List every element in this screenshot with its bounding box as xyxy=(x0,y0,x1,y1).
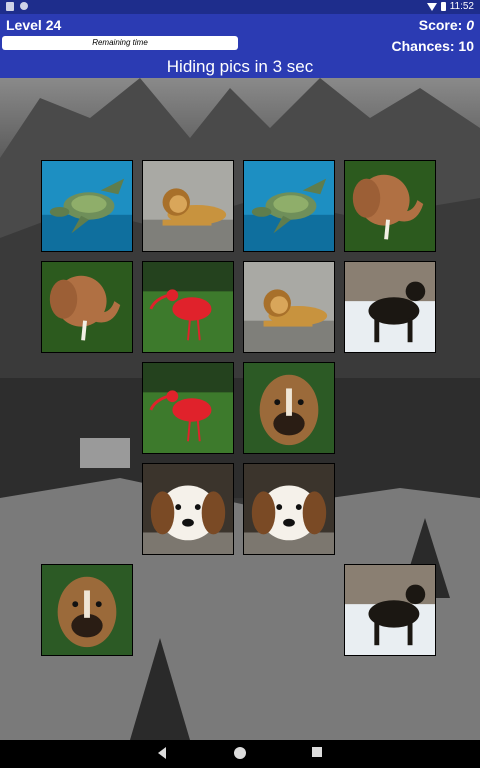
hint-text: Hiding pics in 3 sec xyxy=(166,57,314,76)
card-elephant[interactable] xyxy=(41,261,133,353)
score-label: Score: 0 xyxy=(418,17,474,33)
app-status-icon xyxy=(20,2,28,10)
card-ibis[interactable] xyxy=(142,362,234,454)
battery-icon xyxy=(440,2,446,11)
card-beagle[interactable] xyxy=(142,463,234,555)
recents-icon[interactable] xyxy=(312,747,322,757)
back-icon[interactable] xyxy=(158,747,166,759)
card-boxer[interactable] xyxy=(243,362,335,454)
wifi-icon xyxy=(426,2,437,11)
card-rottweiler[interactable] xyxy=(344,564,436,656)
card-lion[interactable] xyxy=(243,261,335,353)
card-turtle[interactable] xyxy=(243,160,335,252)
system-nav-bar xyxy=(0,740,480,768)
level-label: Level 24 xyxy=(6,17,62,33)
card-turtle[interactable] xyxy=(41,160,133,252)
game-board xyxy=(0,78,480,740)
status-bar: 11:52 xyxy=(0,0,480,14)
remaining-time-bar: Remaining time xyxy=(2,36,238,50)
home-icon[interactable] xyxy=(234,747,246,759)
card-ibis[interactable] xyxy=(142,261,234,353)
score-value: 0 xyxy=(466,17,474,33)
chances-label: Chances: 10 xyxy=(391,38,474,54)
game-header: Level 24 Score: 0 Remaining time Chances… xyxy=(0,14,480,78)
notification-icon xyxy=(6,2,14,11)
card-lion[interactable] xyxy=(142,160,234,252)
card-boxer[interactable] xyxy=(41,564,133,656)
card-elephant[interactable] xyxy=(344,160,436,252)
card-beagle[interactable] xyxy=(243,463,335,555)
clock: 11:52 xyxy=(449,1,474,12)
card-rottweiler[interactable] xyxy=(344,261,436,353)
